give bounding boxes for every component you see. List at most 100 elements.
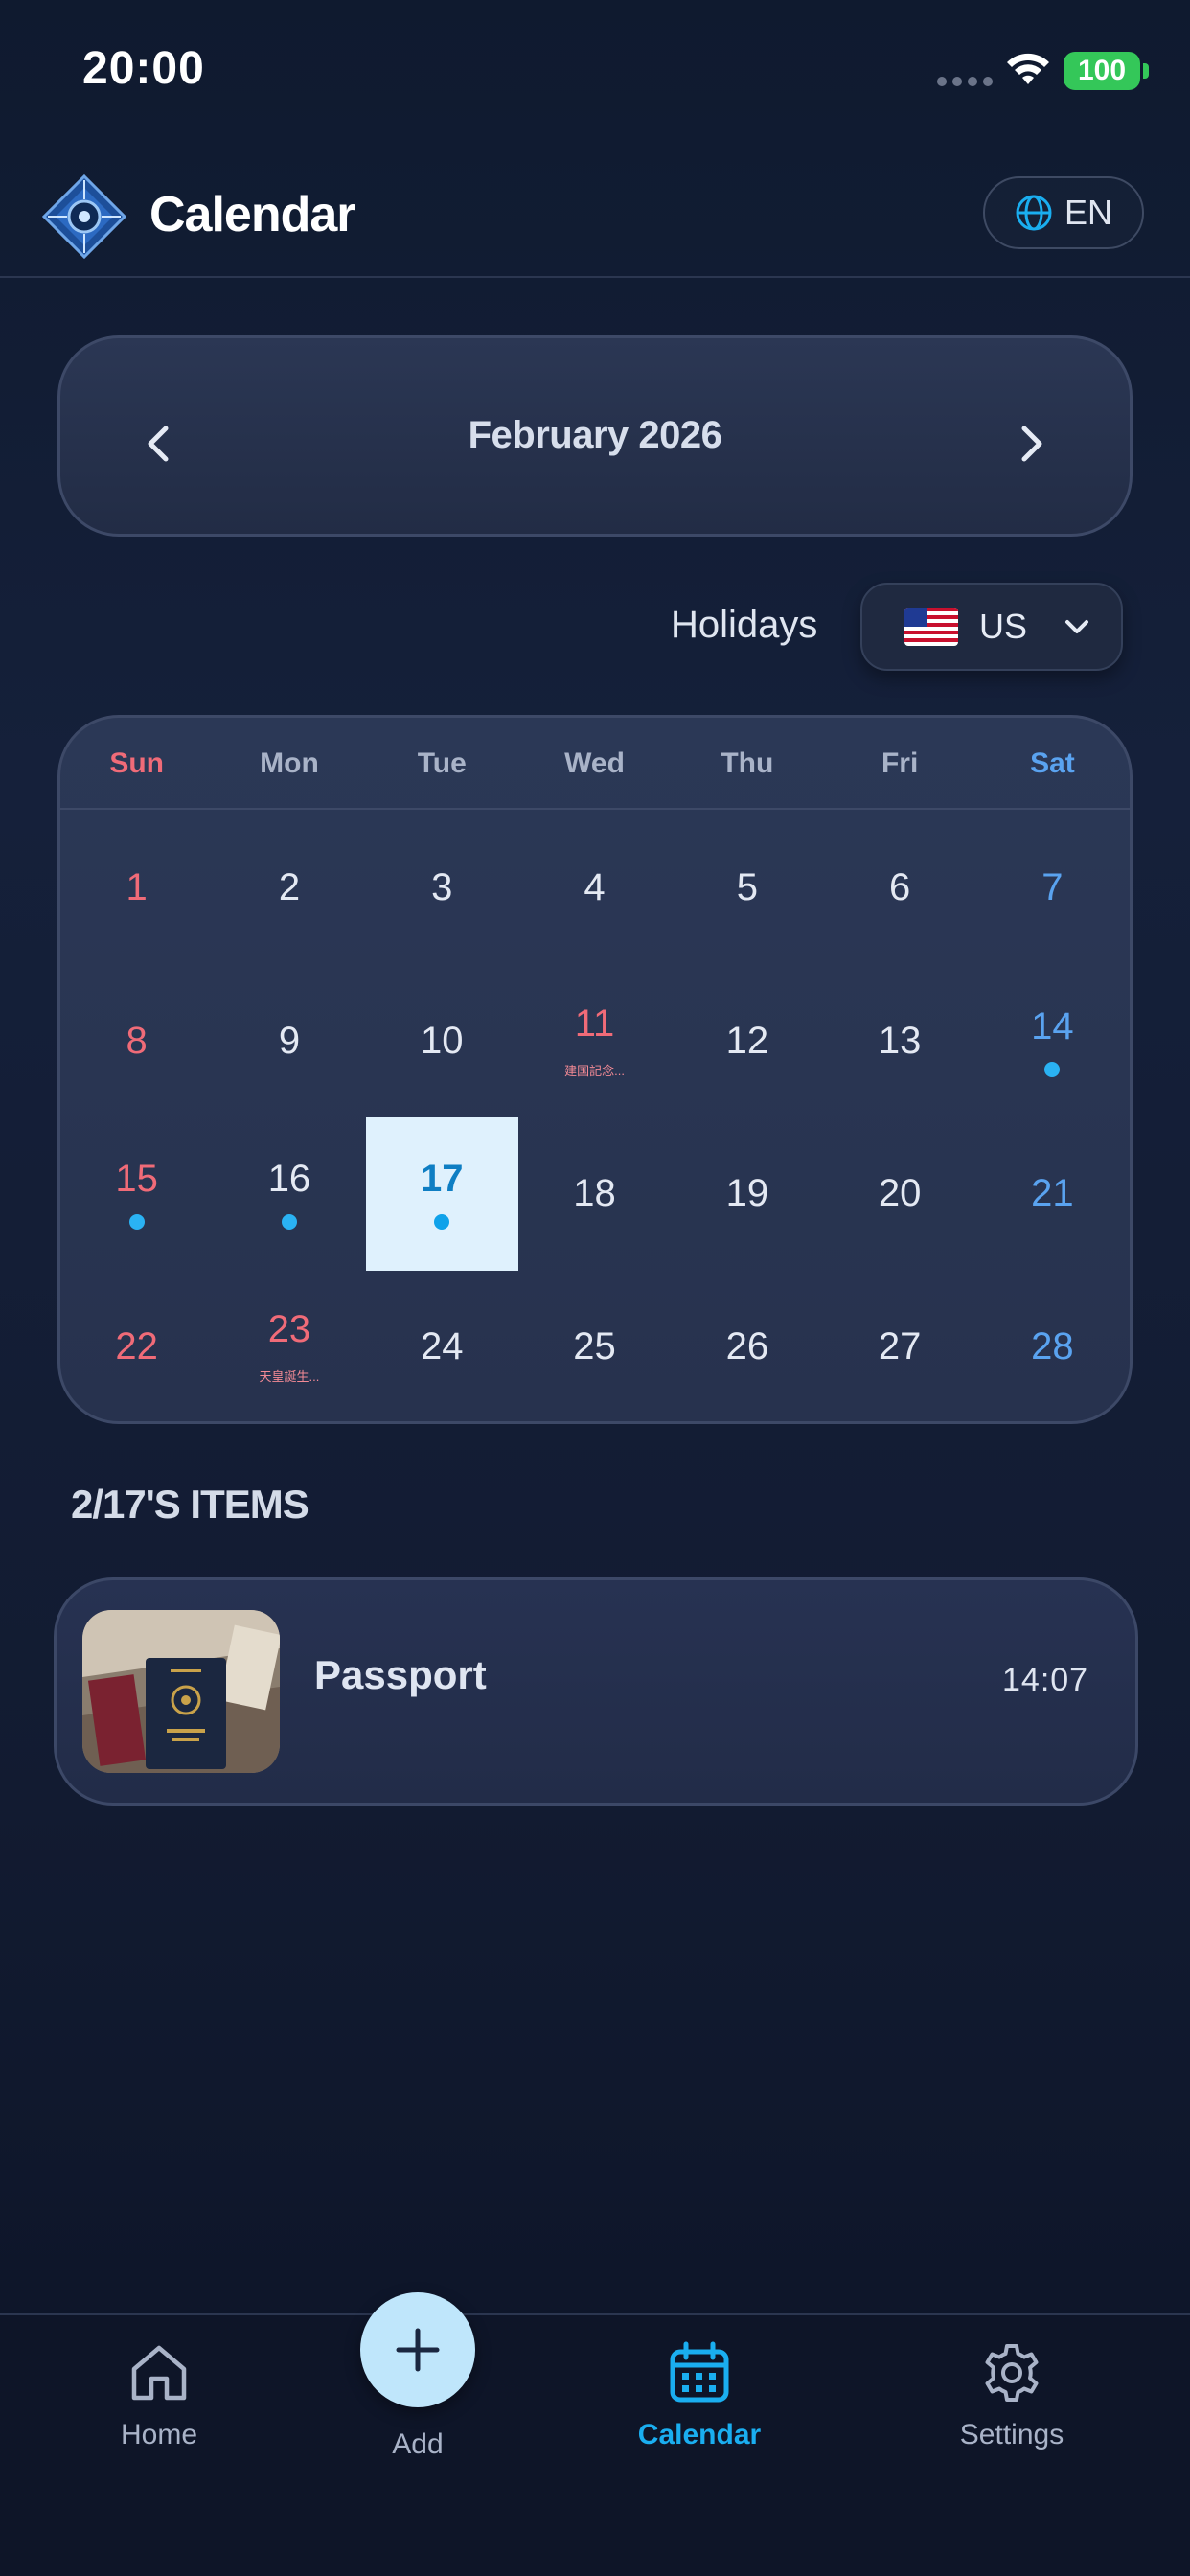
calendar-day[interactable]: 8 [60, 965, 213, 1118]
calendar-day[interactable]: 10 [366, 965, 518, 1118]
holiday-name: 建国記念... [564, 1064, 625, 1079]
calendar-week-row: 8 9 10 11 建国記念... 12 13 14 [60, 965, 1130, 1118]
calendar-day-number: 28 [1031, 1324, 1074, 1368]
nav-calendar-label: Calendar [637, 2419, 762, 2450]
nav-add-label: Add [392, 2428, 444, 2460]
calendar-day[interactable]: 9 [213, 965, 365, 1118]
weekday-label: Fri [881, 748, 919, 779]
next-month-button[interactable] [998, 410, 1065, 477]
calendar-day[interactable]: 19 [671, 1117, 823, 1271]
calendar-day[interactable]: 6 [823, 812, 975, 965]
calendar-day-number: 8 [126, 1019, 148, 1062]
add-button[interactable] [360, 2292, 475, 2407]
calendar-day-number: 3 [431, 866, 453, 909]
event-indicator-dot [128, 1214, 145, 1230]
chevron-left-icon [148, 426, 169, 462]
battery-indicator: 100 [1064, 52, 1140, 90]
app-header: Calendar EN [0, 163, 1190, 278]
home-icon [131, 2345, 187, 2401]
calendar-day-number: 9 [278, 1019, 301, 1062]
calendar-day[interactable]: 2 [213, 812, 365, 965]
nav-home-label: Home [120, 2419, 198, 2450]
nav-calendar[interactable]: Calendar [623, 2338, 776, 2451]
calendar-day-number: 25 [573, 1324, 616, 1368]
calendar-day-number: 17 [420, 1158, 464, 1201]
calendar-day-number: 21 [1031, 1172, 1074, 1215]
calendar-day[interactable]: 27 [823, 1271, 975, 1422]
chevron-down-icon [1065, 620, 1089, 633]
weekday-header: Sun Mon Tue Wed Thu Fri Sat [60, 718, 1130, 810]
passport-thumbnail-image [82, 1610, 280, 1773]
calendar-day-number: 24 [420, 1324, 464, 1368]
holidays-label: Holidays [671, 604, 818, 646]
calendar-week-row: 1 2 3 4 5 6 7 [60, 812, 1130, 965]
calendar-week-row: 22 23 天皇誕生... 24 25 26 27 28 [60, 1271, 1130, 1422]
calendar-day[interactable]: 18 [518, 1117, 671, 1271]
calendar-weeks: 1 2 3 4 5 6 7 8 9 10 11 建国記念... 12 13 14 15 16 17 18 19 20 21… [60, 812, 1130, 1422]
weekday-label: Sat [1030, 748, 1075, 779]
holiday-country-value: US [979, 607, 1028, 646]
calendar-day-number: 22 [115, 1324, 158, 1368]
calendar-day[interactable]: 1 [60, 812, 213, 965]
calendar-day-number: 7 [1041, 866, 1064, 909]
calendar-day-number: 4 [584, 866, 606, 909]
weekday-label: Mon [260, 748, 319, 779]
calendar-day[interactable]: 11 建国記念... [518, 965, 671, 1118]
calendar-day-number: 27 [878, 1324, 922, 1368]
item-name: Passport [314, 1652, 487, 1697]
calendar-day[interactable]: 25 [518, 1271, 671, 1422]
event-indicator-dot [1044, 1061, 1061, 1077]
calendar-icon [670, 2341, 729, 2403]
nav-settings-label: Settings [959, 2419, 1064, 2450]
month-label: February 2026 [468, 414, 722, 456]
language-button[interactable]: EN [983, 176, 1144, 249]
wifi-icon [1007, 53, 1049, 84]
calendar-day-number: 13 [878, 1019, 922, 1062]
calendar-day[interactable]: 16 [213, 1117, 365, 1271]
event-indicator-dot [434, 1214, 450, 1230]
nav-settings[interactable]: Settings [945, 2338, 1079, 2451]
previous-month-button[interactable] [125, 410, 192, 477]
holiday-name: 天皇誕生... [259, 1369, 320, 1385]
calendar-day-number: 18 [573, 1172, 616, 1215]
calendar-day-number: 20 [878, 1172, 922, 1215]
calendar-day-number: 6 [889, 866, 911, 909]
calendar-day-number: 10 [420, 1019, 464, 1062]
holiday-country-select[interactable]: US [860, 583, 1123, 671]
calendar-day-number: 2 [278, 866, 301, 909]
calendar-day[interactable]: 12 [671, 965, 823, 1118]
calendar-day[interactable]: 24 [366, 1271, 518, 1422]
calendar-day-number: 26 [725, 1324, 769, 1368]
calendar-day-selected[interactable]: 17 [365, 1117, 518, 1271]
calendar-day-number: 12 [725, 1019, 769, 1062]
calendar-day[interactable]: 20 [823, 1117, 975, 1271]
page-title: Calendar [149, 187, 356, 242]
gear-icon [985, 2344, 1039, 2402]
items-section-title: 2/17'S ITEMS [71, 1482, 309, 1527]
calendar-day[interactable]: 5 [671, 812, 823, 965]
calendar-day[interactable]: 21 [976, 1117, 1129, 1271]
calendar-day-number: 19 [725, 1172, 769, 1215]
calendar-day[interactable]: 7 [976, 812, 1129, 965]
calendar-day[interactable]: 14 [976, 965, 1129, 1118]
calendar-day-number: 23 [267, 1308, 311, 1351]
calendar-day-number: 5 [736, 866, 758, 909]
calendar-day[interactable]: 28 [976, 1271, 1129, 1422]
signal-icon [937, 77, 993, 86]
item-time: 14:07 [1002, 1662, 1089, 1698]
us-flag-icon [904, 608, 958, 646]
calendar-week-row: 15 16 17 18 19 20 21 [60, 1117, 1130, 1271]
weekday-label: Tue [417, 748, 467, 779]
calendar-day[interactable]: 26 [671, 1271, 823, 1422]
calendar-day-number: 11 [574, 1002, 615, 1046]
calendar-day[interactable]: 3 [366, 812, 518, 965]
nav-home[interactable]: Home [96, 2338, 222, 2451]
calendar-day[interactable]: 4 [518, 812, 671, 965]
calendar-day[interactable]: 23 天皇誕生... [213, 1271, 365, 1422]
globe-icon [1016, 195, 1052, 231]
calendar-day[interactable]: 13 [823, 965, 975, 1118]
plus-icon [396, 2328, 440, 2372]
calendar-day[interactable]: 22 [60, 1271, 213, 1422]
calendar-day-number: 1 [126, 866, 148, 909]
calendar-day[interactable]: 15 [60, 1117, 213, 1271]
